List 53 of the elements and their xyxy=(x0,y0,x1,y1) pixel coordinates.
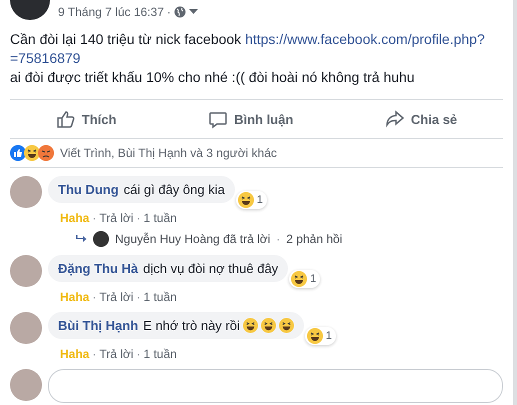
separator: · xyxy=(92,347,96,361)
laughing-face-icon xyxy=(306,328,323,344)
post-text: Cần đòi lại 140 triệu từ nick facebook xyxy=(10,31,242,47)
replies-link[interactable]: Nguyễn Huy Hoàng đã trả lời xyxy=(115,232,270,246)
laughing-face-icon xyxy=(291,271,308,287)
separator: · xyxy=(276,232,280,246)
comment-time: 1 tuần xyxy=(143,211,177,225)
separator: · xyxy=(136,347,140,361)
comment-input-field[interactable] xyxy=(48,369,503,403)
laughing-face-icon xyxy=(242,318,258,333)
comment-author[interactable]: Đặng Thu Hà xyxy=(58,261,138,276)
caret-icon[interactable] xyxy=(188,9,198,15)
post-timestamp[interactable]: 9 Tháng 7 lúc 16:37 xyxy=(58,5,164,19)
reaction-count-badge[interactable]: 1 xyxy=(304,327,336,345)
laughing-face-icon xyxy=(238,192,254,208)
share-button[interactable]: Chia sẻ xyxy=(374,100,468,138)
reaction-count: 1 xyxy=(310,273,316,285)
laughing-face-icon xyxy=(278,318,294,333)
reply-arrow-icon xyxy=(75,234,87,244)
globe-icon[interactable] xyxy=(174,6,186,18)
comment-button[interactable]: Bình luận xyxy=(198,100,304,138)
like-reaction-icon xyxy=(10,145,26,161)
comment-text: E nhớ trò này rồi xyxy=(143,318,240,333)
avatar[interactable] xyxy=(93,231,109,247)
replies-count-link[interactable]: 2 phản hồi xyxy=(286,232,342,246)
reaction-count-badge[interactable]: 1 xyxy=(289,270,320,288)
separator: · xyxy=(166,5,171,19)
comment-text: cái gì đây ông kia xyxy=(124,182,225,197)
laughing-face-icon xyxy=(260,318,276,333)
comment-text: dịch vụ đòi nợ thuê đây xyxy=(143,261,278,276)
reply-link[interactable]: Trả lời xyxy=(99,347,134,361)
comment-author[interactable]: Thu Dung xyxy=(58,182,119,197)
comment-time: 1 tuần xyxy=(143,347,177,361)
reaction-summary[interactable]: Viết Trình, Bùi Thị Hạnh và 3 người khác xyxy=(60,146,277,160)
reply-link[interactable]: Trả lời xyxy=(99,290,134,304)
reaction-count: 1 xyxy=(326,330,332,342)
reaction-count-badge[interactable]: 1 xyxy=(236,191,267,209)
comment-time: 1 tuần xyxy=(143,290,177,304)
profile-link[interactable]: =75816879 xyxy=(10,50,80,66)
like-button[interactable]: Thích xyxy=(46,100,126,138)
thumbs-up-icon xyxy=(56,109,76,129)
profile-link[interactable]: https://www.facebook.com/profile.php? xyxy=(245,31,485,47)
post-text: ai đòi được triết khấu 10% cho nhé :(( đòi hoài nó không trả huhu xyxy=(10,69,415,85)
share-arrow-icon xyxy=(384,109,405,129)
reply-link[interactable]: Trả lời xyxy=(99,211,134,225)
separator: · xyxy=(136,211,140,225)
separator: · xyxy=(92,211,96,225)
laughing-face-icon xyxy=(24,145,40,161)
comment-author[interactable]: Bùi Thị Hạnh xyxy=(58,318,138,333)
reaction-count: 1 xyxy=(256,194,263,206)
angry-face-icon xyxy=(38,145,54,161)
separator: · xyxy=(92,290,96,304)
separator: · xyxy=(136,290,140,304)
